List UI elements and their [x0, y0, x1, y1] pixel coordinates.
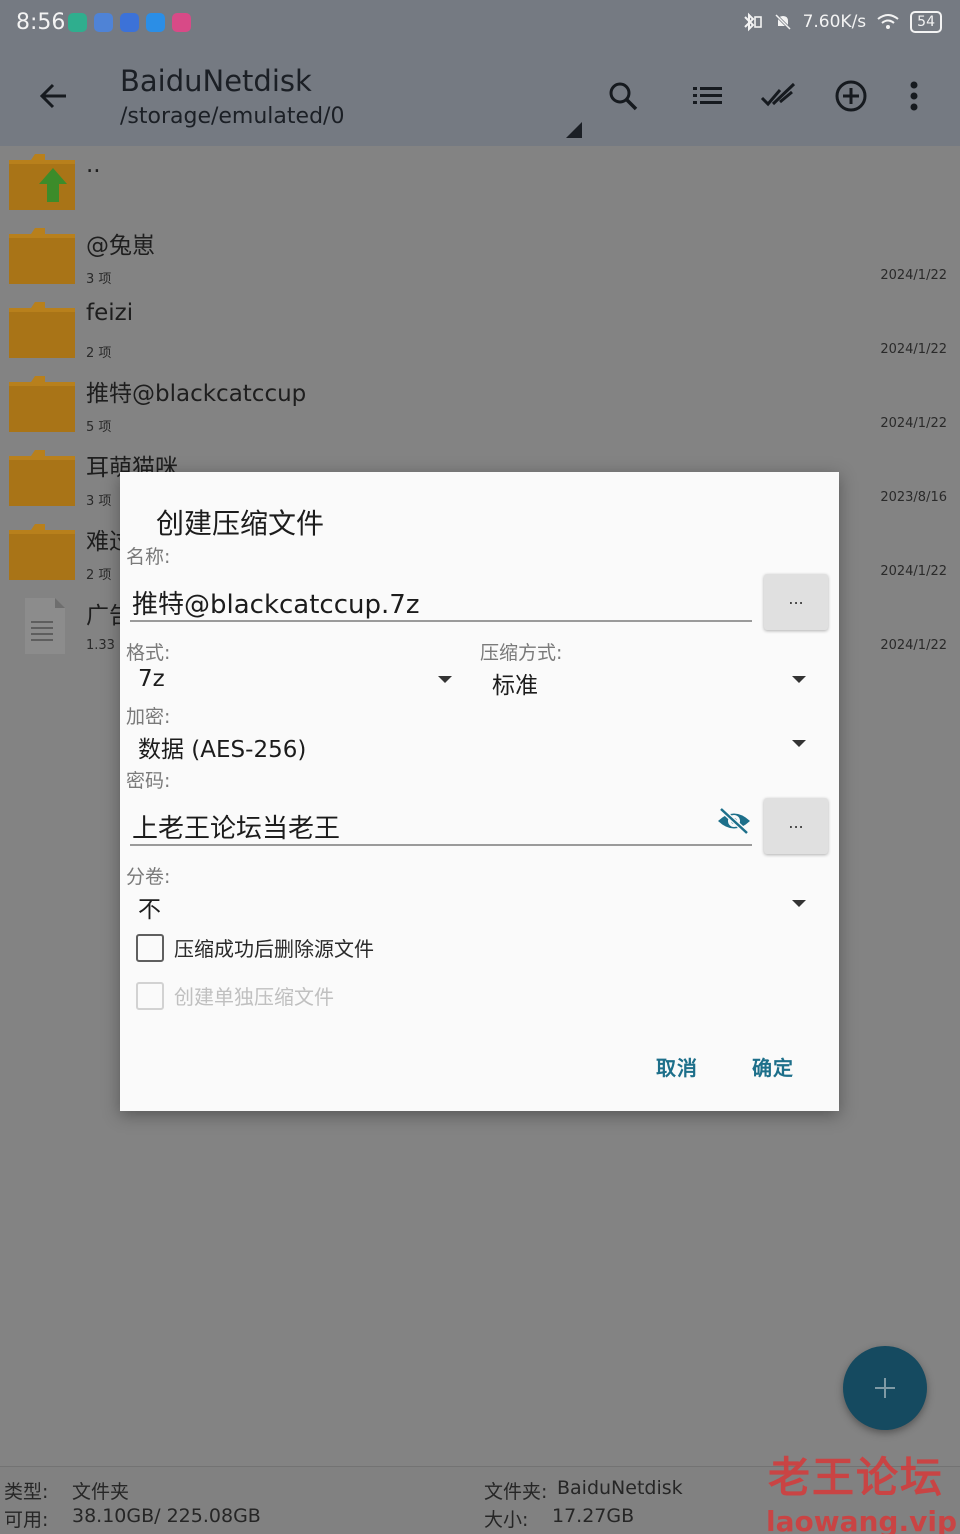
app-notification-icon — [120, 13, 139, 32]
app-bar: BaiduNetdisk /storage/emulated/0 — [0, 48, 960, 146]
folder-icon — [9, 524, 75, 580]
encryption-value: 数据 (AES-256) — [138, 737, 307, 763]
delete-source-checkbox[interactable]: 压缩成功后删除源文件 — [136, 933, 374, 962]
type-value: 文件夹 — [72, 1481, 130, 1503]
notification-icons — [68, 13, 191, 32]
name-label: 名称: — [126, 546, 171, 568]
folder-icon — [9, 450, 75, 506]
add-fab-button[interactable] — [843, 1346, 927, 1430]
bluetooth-icon — [743, 12, 762, 32]
modified-date: 2024/1/22 — [880, 638, 947, 653]
current-path[interactable]: /storage/emulated/0 — [120, 104, 344, 129]
back-arrow-icon[interactable] — [34, 76, 74, 116]
compression-method-label: 压缩方式: — [480, 642, 563, 664]
list-view-icon[interactable] — [689, 78, 725, 114]
status-time: 8:56 — [16, 10, 66, 35]
format-value: 7z — [138, 666, 165, 692]
volume-split-select[interactable]: 不 — [138, 886, 806, 926]
checkbox-box[interactable] — [136, 933, 164, 962]
separate-archives-label: 创建单独压缩文件 — [174, 985, 334, 1009]
delete-source-label: 压缩成功后删除源文件 — [174, 937, 374, 961]
folder-icon — [9, 228, 75, 284]
app-notification-icon — [68, 13, 87, 32]
network-speed: 7.60K/s — [802, 12, 867, 32]
password-options-button[interactable]: ... — [764, 798, 828, 854]
size-label: 大小: — [484, 1509, 529, 1531]
add-circle-icon[interactable] — [833, 78, 869, 114]
item-count: 3 项 — [86, 272, 112, 287]
folder-value: BaiduNetdisk — [557, 1477, 683, 1499]
list-item-parent[interactable]: .. — [0, 146, 960, 220]
folder-icon — [9, 302, 75, 358]
watermark-url: laowang.vip — [766, 1505, 957, 1534]
available-label: 可用: — [4, 1509, 49, 1531]
encryption-select[interactable]: 数据 (AES-256) — [138, 726, 806, 766]
archive-name-value: 推特@blackcatccup.7z — [132, 590, 420, 620]
file-name: feizi — [86, 300, 134, 326]
folder-label: 文件夹: — [484, 1481, 548, 1503]
create-archive-dialog: 创建压缩文件 名称: 推特@blackcatccup.7z ... 格式: 7z… — [120, 472, 839, 1111]
available-value: 38.10GB/ 225.08GB — [72, 1505, 261, 1527]
watermark-text: 老王论坛 — [767, 1453, 944, 1502]
separate-archives-checkbox[interactable]: 创建单独压缩文件 — [136, 981, 334, 1010]
app-notification-icon — [172, 13, 191, 32]
file-name: .. — [86, 152, 101, 178]
list-item[interactable]: feizi 2 项 2024/1/22 — [0, 294, 960, 368]
file-size: 1.33 — [86, 638, 115, 653]
item-count: 3 项 — [86, 494, 112, 509]
status-bar: 8:56 7.60K/s 54 — [0, 0, 960, 48]
app-title: BaiduNetdisk — [120, 64, 312, 98]
app-notification-icon — [94, 13, 113, 32]
dropdown-arrow-icon — [792, 900, 806, 907]
parent-folder-icon — [9, 154, 75, 210]
dropdown-arrow-icon — [792, 740, 806, 747]
site-watermark: 老王论坛 laowang.vip — [766, 1444, 957, 1534]
format-select[interactable]: 7z — [138, 662, 452, 702]
volume-value: 不 — [138, 897, 161, 923]
battery-indicator: 54 — [910, 11, 942, 33]
file-name: @兔崽 — [86, 233, 155, 259]
modified-date: 2024/1/22 — [880, 416, 947, 431]
list-item[interactable]: @兔崽 3 项 2024/1/22 — [0, 220, 960, 294]
type-label: 类型: — [4, 1481, 49, 1503]
item-count: 2 项 — [86, 568, 112, 583]
status-right: 7.60K/s 54 — [741, 11, 942, 33]
modified-date: 2024/1/22 — [880, 564, 947, 579]
file-name: 推特@blackcatccup — [86, 381, 307, 407]
archive-name-field[interactable]: 推特@blackcatccup.7z — [130, 576, 752, 622]
folder-icon — [9, 376, 75, 432]
dialog-title: 创建压缩文件 — [156, 507, 325, 540]
password-value: 上老王论坛当老王 — [132, 814, 341, 844]
item-count: 2 项 — [86, 346, 112, 361]
search-icon[interactable] — [605, 78, 641, 114]
item-count: 5 项 — [86, 420, 112, 435]
more-vert-icon[interactable] — [896, 78, 932, 114]
compression-method-select[interactable]: 标准 — [492, 662, 806, 702]
password-field[interactable]: 上老王论坛当老王 — [130, 800, 752, 846]
list-item[interactable]: 推特@blackcatccup 5 项 2024/1/22 — [0, 368, 960, 442]
dropdown-arrow-icon — [792, 676, 806, 683]
format-label: 格式: — [126, 642, 171, 664]
password-label: 密码: — [126, 770, 171, 792]
modified-date: 2024/1/22 — [880, 268, 947, 283]
cancel-button[interactable]: 取消 — [656, 1052, 698, 1081]
modified-date: 2023/8/16 — [880, 490, 947, 505]
checkbox-box[interactable] — [136, 981, 164, 1010]
modified-date: 2024/1/22 — [880, 342, 947, 357]
document-file-icon — [25, 598, 65, 654]
compression-method-value: 标准 — [492, 673, 538, 699]
browse-name-button[interactable]: ... — [764, 574, 828, 630]
path-dropdown-indicator[interactable] — [566, 122, 582, 138]
visibility-off-icon[interactable] — [716, 806, 752, 836]
volume-label: 分卷: — [126, 866, 171, 888]
dropdown-arrow-icon — [438, 676, 452, 683]
cloud-notification-icon — [146, 13, 165, 32]
wifi-icon — [877, 14, 899, 29]
ok-button[interactable]: 确定 — [752, 1052, 794, 1081]
size-value: 17.27GB — [552, 1505, 635, 1527]
mute-bell-icon — [774, 13, 791, 31]
select-all-icon[interactable] — [760, 78, 796, 114]
encryption-label: 加密: — [126, 706, 171, 728]
